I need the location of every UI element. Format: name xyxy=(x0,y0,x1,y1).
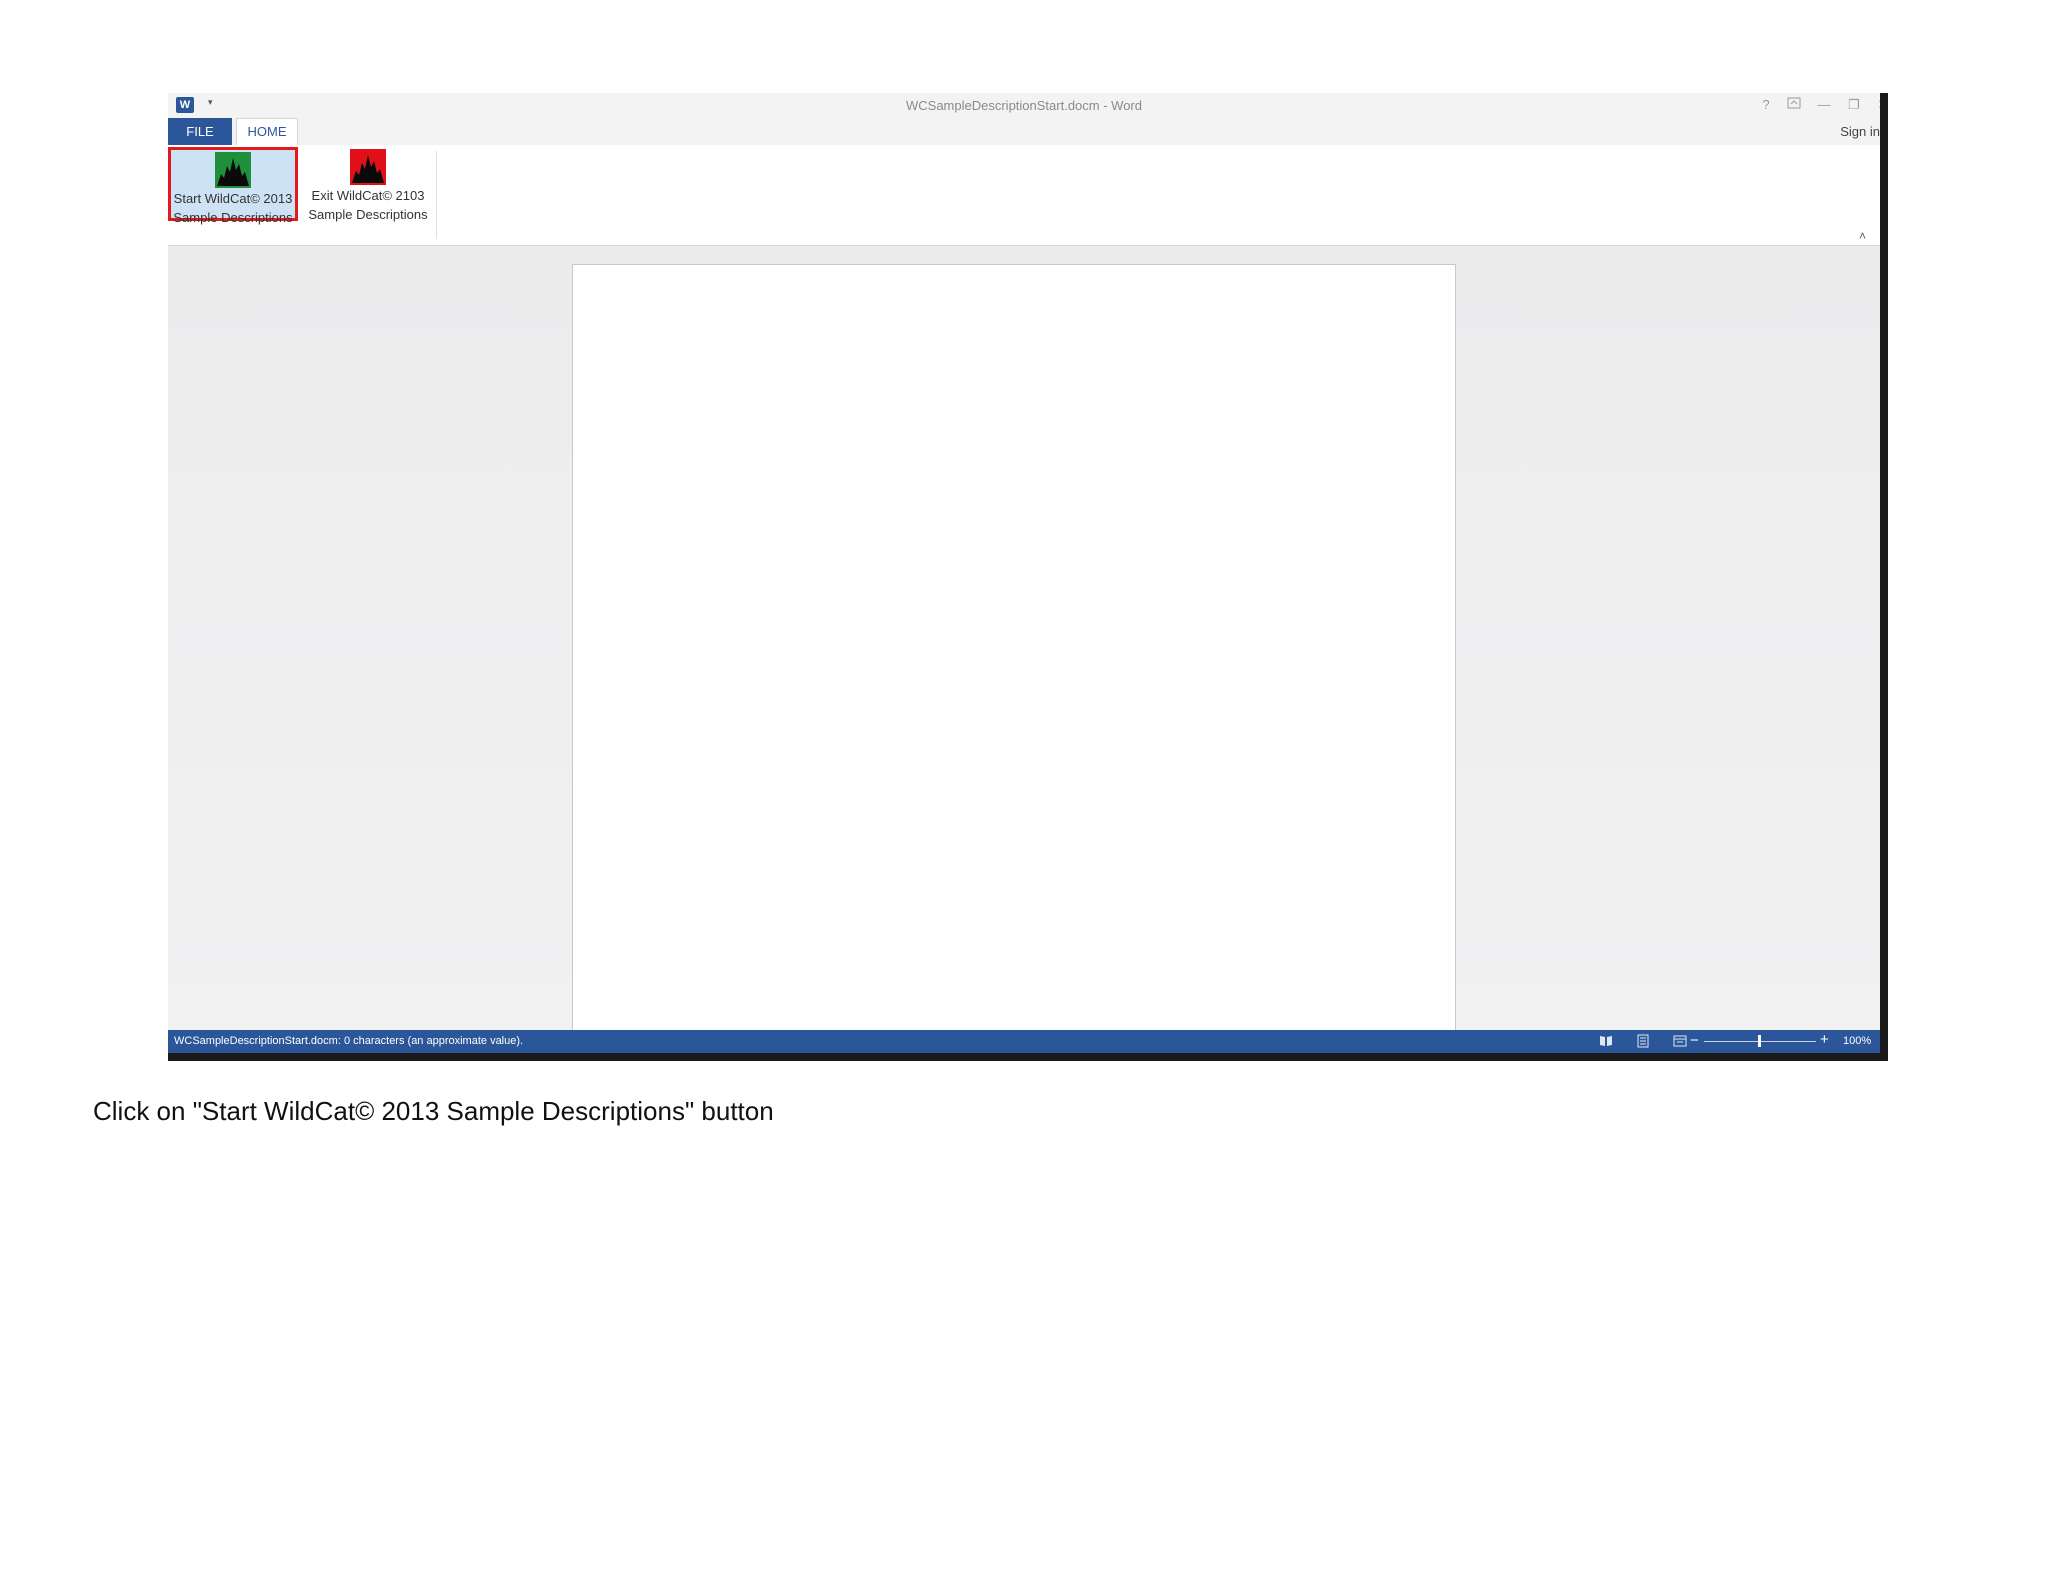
read-mode-icon[interactable] xyxy=(1598,1033,1614,1049)
zoom-in-button[interactable]: + xyxy=(1820,1031,1829,1048)
start-button-label-line2: Sample Descriptions xyxy=(173,210,293,225)
exit-button-label-line2: Sample Descriptions xyxy=(308,207,428,222)
title-bar: W ▾ WCSampleDescriptionStart.docm - Word… xyxy=(168,93,1888,118)
wildcat-red-icon xyxy=(350,149,386,185)
zoom-level[interactable]: 100% xyxy=(1843,1035,1871,1047)
collapse-ribbon-icon[interactable]: ˄ xyxy=(1859,229,1866,243)
print-layout-icon[interactable] xyxy=(1635,1033,1651,1049)
start-wildcat-button[interactable]: Start WildCat© 2013 Sample Descriptions xyxy=(168,147,298,225)
web-layout-icon[interactable] xyxy=(1672,1033,1688,1049)
word-screenshot: W ▾ WCSampleDescriptionStart.docm - Word… xyxy=(168,93,1888,1061)
document-page[interactable] xyxy=(572,264,1456,1032)
help-icon[interactable]: ? xyxy=(1754,95,1778,115)
instruction-caption: Click on "Start WildCat© 2013 Sample Des… xyxy=(93,1096,774,1126)
zoom-out-button[interactable]: − xyxy=(1690,1032,1699,1049)
status-text: WCSampleDescriptionStart.docm: 0 charact… xyxy=(174,1035,524,1047)
tab-file[interactable]: FILE xyxy=(168,118,232,145)
ribbon-tabs: FILE HOME Sign in xyxy=(168,118,1880,146)
status-bar: WCSampleDescriptionStart.docm: 0 charact… xyxy=(168,1030,1880,1053)
document-workspace xyxy=(168,246,1880,1032)
window-right-border xyxy=(1880,93,1888,1061)
window-bottom-border xyxy=(168,1053,1888,1061)
exit-wildcat-button[interactable]: Exit WildCat© 2103 Sample Descriptions xyxy=(304,147,432,222)
tab-home[interactable]: HOME xyxy=(236,118,298,145)
sign-in-link[interactable]: Sign in xyxy=(1840,124,1880,139)
ribbon-separator xyxy=(436,151,437,239)
zoom-slider-thumb[interactable] xyxy=(1758,1035,1761,1047)
ribbon: Start WildCat© 2013 Sample Descriptions … xyxy=(168,145,1880,246)
wildcat-green-icon xyxy=(215,152,251,188)
exit-button-label-line1: Exit WildCat© 2103 xyxy=(311,188,425,203)
window-title: WCSampleDescriptionStart.docm - Word xyxy=(906,98,1142,113)
minimize-icon[interactable]: — xyxy=(1812,95,1836,115)
start-button-label-line1: Start WildCat© 2013 xyxy=(173,191,293,206)
ribbon-display-options-icon[interactable] xyxy=(1782,95,1806,115)
restore-icon[interactable]: ❐ xyxy=(1842,95,1866,115)
